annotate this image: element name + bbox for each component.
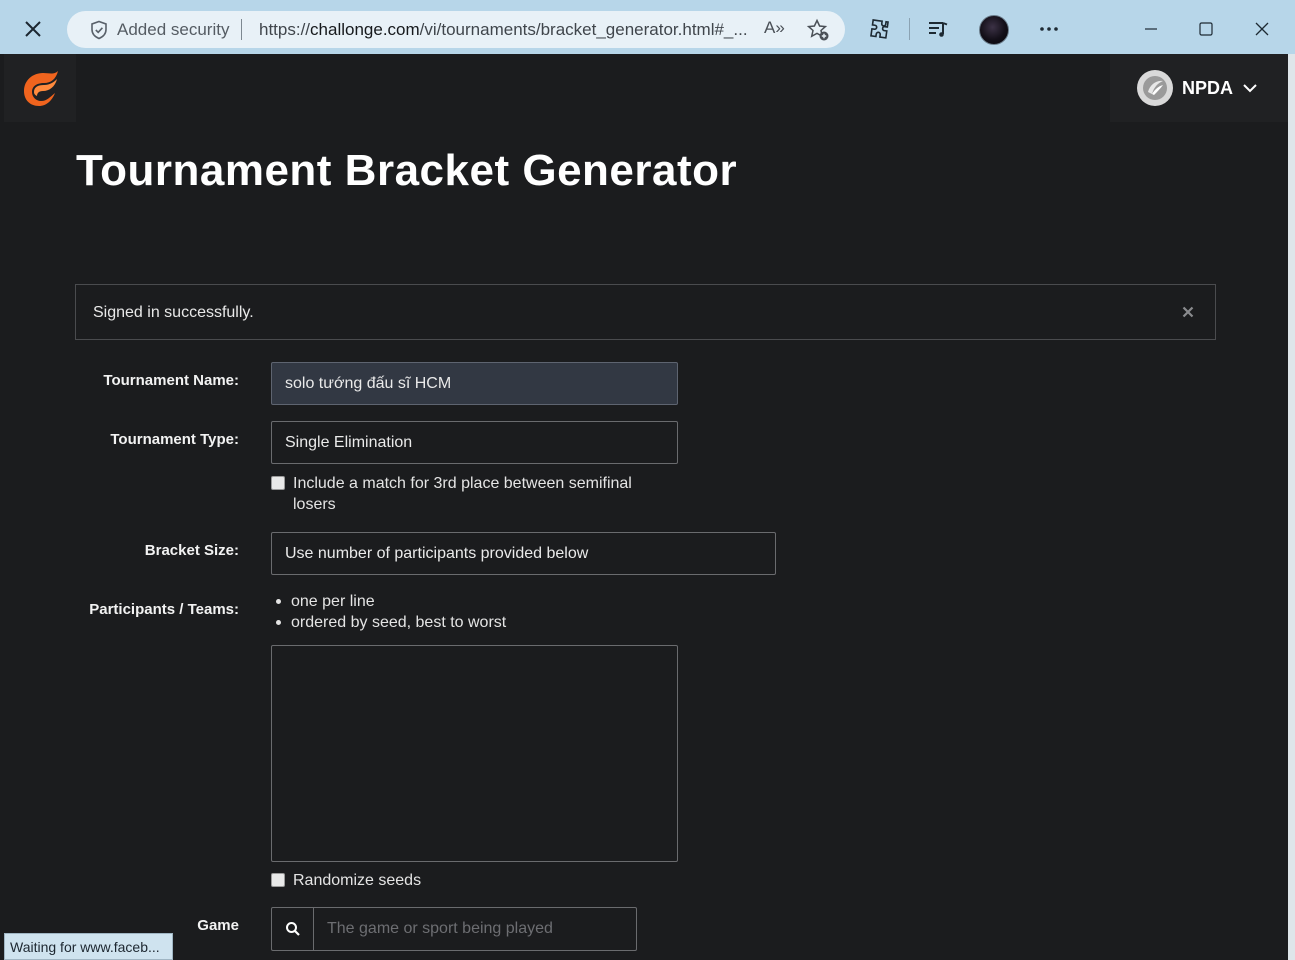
participants-textarea[interactable]	[271, 645, 678, 862]
randomize-label: Randomize seeds	[293, 872, 422, 889]
third-place-label: Include a match for 3rd place between se…	[293, 473, 632, 515]
hint-item: ordered by seed, best to worst	[276, 612, 506, 633]
bracket-size-select[interactable]: Use number of participants provided belo…	[271, 532, 776, 575]
hint-text: ordered by seed, best to worst	[291, 614, 507, 631]
username[interactable]: NPDA	[1182, 78, 1233, 99]
url-text[interactable]: https://challonge.com/vi/tournaments/bra…	[259, 20, 754, 40]
user-avatar[interactable]	[1137, 70, 1173, 106]
bracket-size-label: Bracket Size:	[144, 542, 239, 559]
participants-hints: one per line ordered by seed, best to wo…	[276, 591, 506, 633]
minimize-icon[interactable]	[1136, 14, 1166, 44]
window-close-icon[interactable]	[1247, 14, 1277, 44]
randomize-checkbox[interactable]	[271, 873, 285, 887]
site-header: NPDA	[4, 54, 1288, 124]
toolbar-separator	[909, 18, 910, 40]
alert-message: Signed in successfully.	[93, 304, 254, 321]
participants-label: Participants / Teams:	[89, 601, 239, 618]
third-place-line-2: losers	[293, 496, 336, 513]
page-content: NPDA Tournament Bracket Generator Signed…	[4, 54, 1288, 960]
page-title: Tournament Bracket Generator	[76, 146, 738, 195]
hint-item: one per line	[276, 591, 506, 612]
game-label: Game	[197, 917, 239, 934]
challonge-logo[interactable]	[4, 54, 76, 122]
tournament-type-select[interactable]: Single Elimination	[271, 421, 678, 464]
address-bar[interactable]: Added security https://challonge.com/vi/…	[67, 11, 845, 48]
status-bar: Waiting for www.faceb...	[4, 933, 173, 960]
randomize-option: Randomize seeds	[271, 870, 421, 891]
tournament-name-input[interactable]: solo tướng đấu sĩ HCM	[271, 362, 678, 405]
hint-text: one per line	[291, 593, 375, 610]
read-aloud-icon[interactable]: A»	[764, 18, 788, 42]
search-icon[interactable]	[272, 908, 314, 950]
alert-close-icon[interactable]	[1177, 301, 1199, 323]
security-label[interactable]: Added security	[117, 20, 229, 40]
third-place-line-1: Include a match for 3rd place between se…	[293, 475, 632, 492]
url-path: /vi/tournaments/bracket_generator.html#_…	[419, 20, 748, 39]
url-host: challonge.com	[310, 20, 420, 39]
user-menu[interactable]: NPDA	[1110, 54, 1288, 122]
game-search-field[interactable]: The game or sport being played	[271, 907, 637, 951]
game-search-input[interactable]: The game or sport being played	[314, 908, 553, 950]
add-favorite-icon[interactable]	[806, 18, 830, 42]
address-divider	[241, 19, 242, 40]
close-icon[interactable]	[18, 14, 48, 44]
success-alert: Signed in successfully.	[75, 284, 1216, 340]
third-place-option: Include a match for 3rd place between se…	[271, 473, 632, 515]
tournament-name-label: Tournament Name:	[103, 372, 239, 389]
window-edge	[1288, 54, 1295, 960]
maximize-icon[interactable]	[1191, 14, 1221, 44]
extensions-icon[interactable]	[865, 14, 895, 44]
more-options-icon[interactable]	[1034, 14, 1064, 44]
tournament-type-label: Tournament Type:	[110, 431, 239, 448]
url-prefix: https://	[259, 20, 311, 39]
browser-toolbar: Added security https://challonge.com/vi/…	[0, 0, 1295, 54]
chevron-down-icon[interactable]	[1240, 78, 1260, 98]
third-place-checkbox[interactable]	[271, 476, 285, 490]
profile-avatar[interactable]	[979, 15, 1009, 45]
collections-icon[interactable]	[923, 14, 953, 44]
shield-icon[interactable]	[89, 20, 109, 40]
